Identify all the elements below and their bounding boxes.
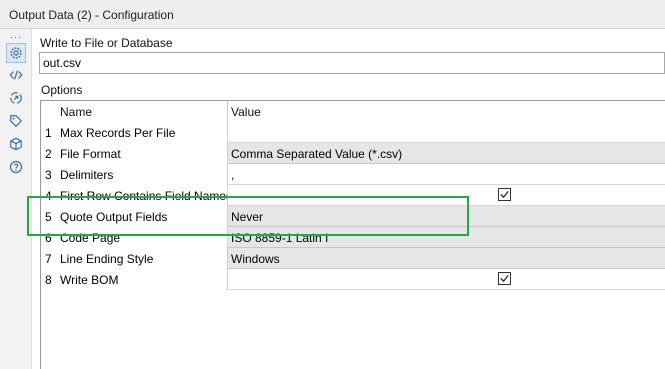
option-name: Quote Output Fields — [60, 210, 168, 224]
option-name: Max Records Per File — [60, 126, 176, 140]
row-index: 7 — [45, 252, 52, 266]
delimiters-input[interactable]: , — [227, 164, 665, 185]
option-row-quote-output-fields: 5 Quote Output Fields Never — [41, 206, 665, 227]
code-page-dropdown[interactable]: ISO 8859-1 Latin I — [227, 227, 665, 248]
output-file-input[interactable] — [39, 52, 665, 74]
option-row-max-records: 1 Max Records Per File — [41, 122, 665, 143]
option-name: Delimiters — [60, 168, 114, 182]
row-index: 3 — [45, 168, 52, 182]
sidebar-overflow[interactable]: ... — [10, 29, 22, 41]
option-row-code-page: 6 Code Page ISO 8859-1 Latin I — [41, 227, 665, 248]
grid-header: Name Value — [41, 101, 665, 122]
options-grid: Name Value 1 Max Records Per File 2 File… — [40, 100, 665, 369]
first-row-field-names-cell — [227, 185, 665, 206]
option-row-delimiters: 3 Delimiters , — [41, 164, 665, 185]
file-format-dropdown[interactable]: Comma Separated Value (*.csv) — [227, 143, 665, 164]
cube-icon[interactable] — [6, 134, 26, 154]
row-index: 1 — [45, 126, 52, 140]
option-name: Line Ending Style — [60, 252, 154, 266]
option-name: Write BOM — [60, 273, 119, 287]
tag-icon[interactable] — [6, 111, 26, 131]
header-value: Value — [227, 101, 665, 122]
options-label: Options — [41, 83, 83, 97]
write-bom-checkbox[interactable] — [498, 272, 511, 285]
row-index: 5 — [45, 210, 52, 224]
checkmark-icon — [500, 190, 509, 199]
row-index: 8 — [45, 273, 52, 287]
row-index: 4 — [45, 189, 52, 203]
option-row-first-row-field-names: 4 First Row Contains Field Names — [41, 185, 665, 206]
row-index: 2 — [45, 147, 52, 161]
first-row-field-names-checkbox[interactable] — [498, 188, 511, 201]
write-to-label: Write to File or Database — [40, 36, 173, 50]
quote-output-fields-dropdown[interactable]: Never — [227, 206, 665, 227]
gear-icon[interactable] — [6, 43, 26, 63]
option-name: Code Page — [60, 231, 121, 245]
line-ending-style-dropdown[interactable]: Windows — [227, 248, 665, 269]
connection-icon[interactable] — [6, 88, 26, 108]
option-row-line-ending-style: 7 Line Ending Style Windows — [41, 248, 665, 269]
tool-sidebar: ... — [0, 29, 32, 369]
option-name: First Row Contains Field Names — [60, 189, 227, 203]
code-icon[interactable] — [6, 65, 26, 85]
window-title: Output Data (2) - Configuration — [9, 8, 174, 22]
write-bom-cell — [227, 269, 665, 290]
checkmark-icon — [500, 274, 509, 283]
max-records-input[interactable] — [227, 122, 665, 143]
help-icon[interactable] — [6, 157, 26, 177]
option-name: File Format — [60, 147, 121, 161]
header-name: Name — [60, 105, 93, 119]
title-bar: Output Data (2) - Configuration — [0, 0, 665, 29]
row-index: 6 — [45, 231, 52, 245]
option-row-write-bom: 8 Write BOM — [41, 269, 665, 290]
option-row-file-format: 2 File Format Comma Separated Value (*.c… — [41, 143, 665, 164]
